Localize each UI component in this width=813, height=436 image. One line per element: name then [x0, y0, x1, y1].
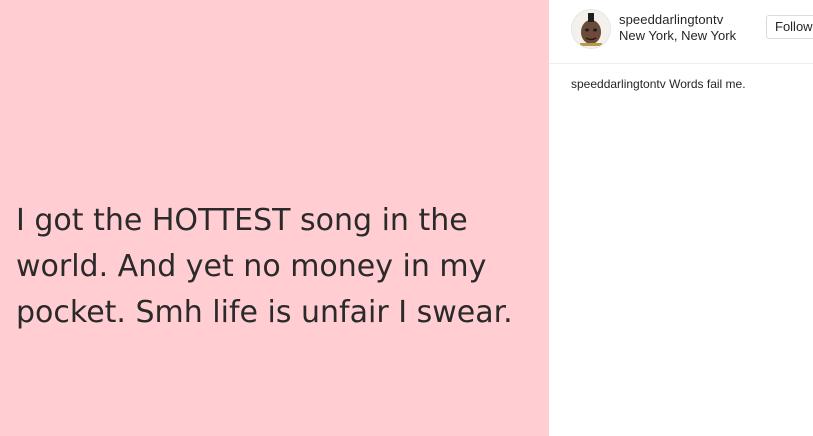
post-sidebar: speeddarlingtontv New York, New York Fol… [549, 0, 813, 436]
caption: speeddarlingtontv Words fail me. [571, 76, 806, 92]
location-link[interactable]: New York, New York [619, 28, 736, 43]
profile-photo-icon [572, 10, 610, 48]
post-header: speeddarlingtontv New York, New York Fol… [549, 0, 813, 64]
caption-text: Words fail me. [669, 77, 746, 91]
caption-username-link[interactable]: speeddarlingtontv [571, 77, 666, 91]
username-link[interactable]: speeddarlingtontv [619, 12, 723, 27]
post-image-text: I got the HOTTEST song in the world. And… [16, 203, 513, 330]
instagram-post: I got the HOTTEST song in the world. And… [0, 0, 813, 436]
follow-button[interactable]: Follow [766, 15, 813, 39]
avatar[interactable] [571, 9, 611, 49]
post-image: I got the HOTTEST song in the world. And… [0, 0, 549, 436]
